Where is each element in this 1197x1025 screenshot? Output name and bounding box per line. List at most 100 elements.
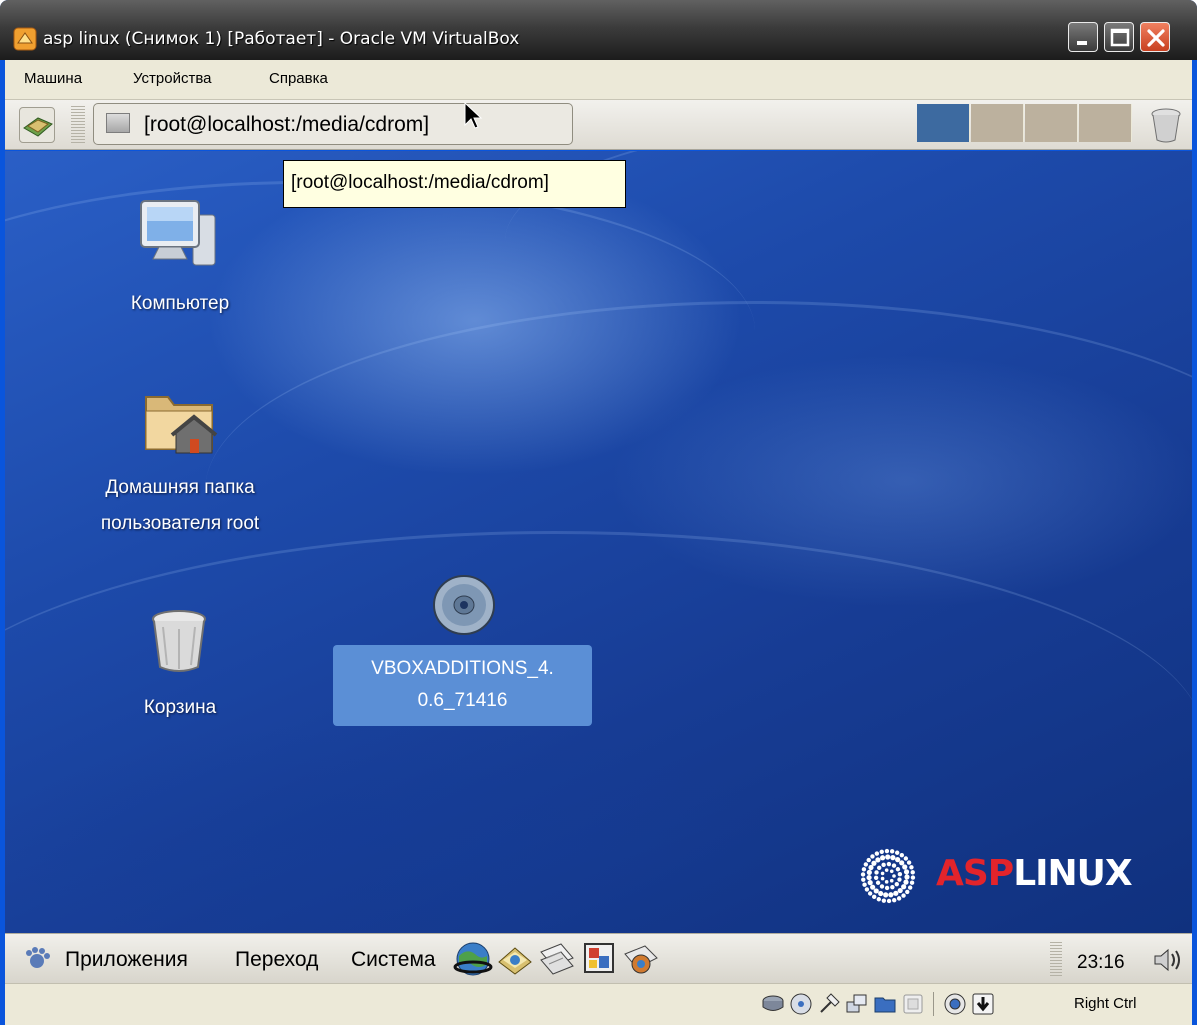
system-menu[interactable]: Система: [351, 948, 436, 972]
presentation-icon[interactable]: [579, 940, 619, 978]
logo-dot: [884, 885, 890, 891]
minimize-button[interactable]: [1068, 22, 1098, 52]
cdrom-icon[interactable]: [431, 572, 497, 638]
logo-dot: [875, 857, 881, 863]
panel-handle[interactable]: [1050, 942, 1062, 978]
workspace-1[interactable]: [917, 104, 970, 142]
host-key-label: Right Ctrl: [1074, 995, 1137, 1012]
logo-dot: [903, 869, 910, 875]
taskbar-terminal-button[interactable]: [root@localhost:/media/cdrom]: [93, 103, 573, 145]
trash-icon[interactable]: [147, 609, 211, 675]
status-divider: [933, 992, 934, 1016]
panel-handle[interactable]: [71, 106, 85, 144]
graphics-icon[interactable]: [621, 940, 661, 978]
logo-dot: [874, 851, 880, 856]
volume-icon[interactable]: [1152, 946, 1186, 974]
places-menu[interactable]: Переход: [235, 948, 318, 972]
menu-help[interactable]: Справка: [269, 70, 328, 87]
computer-icon[interactable]: [135, 197, 221, 269]
logo-dot: [890, 855, 896, 861]
logo-dot: [880, 855, 886, 861]
logo-dot: [883, 892, 889, 898]
title-bar[interactable]: asp linux (Снимок 1) [Работает] - Oracle…: [0, 0, 1197, 60]
office-icon[interactable]: [537, 940, 577, 978]
logo-dot: [904, 874, 910, 880]
logo-dot: [875, 880, 881, 885]
shared-folders-icon[interactable]: [873, 992, 897, 1016]
logo-linux-text: LINUX: [1013, 853, 1132, 894]
logo-dot: [871, 894, 877, 900]
guest-top-panel: [root@localhost:/media/cdrom]: [5, 100, 1192, 150]
minimize-icon: [1077, 41, 1087, 45]
mouse-pointer-icon: [464, 101, 483, 129]
logo-dot: [861, 877, 866, 882]
logo-dot: [897, 887, 903, 894]
home-folder-label-line1[interactable]: Домашняя папка: [65, 471, 295, 505]
hard-disk-icon[interactable]: [761, 992, 785, 1016]
workspace-3[interactable]: [1025, 104, 1078, 142]
logo-dot: [879, 849, 884, 854]
logo-dot: [895, 857, 901, 863]
desktop[interactable]: Компьютер Домашняя папка пользователя ro…: [5, 151, 1192, 933]
email-icon[interactable]: [495, 940, 535, 978]
logo-dot: [909, 880, 915, 885]
maximize-icon: [1110, 28, 1130, 47]
logo-dot: [885, 854, 891, 860]
asplinux-logo: ASPLINUX: [936, 853, 1133, 894]
cdrom-label-line2: 0.6_71416: [417, 690, 508, 711]
logo-dot: [889, 869, 894, 874]
panel-trash-icon[interactable]: [1149, 106, 1183, 144]
terminal-icon: [106, 113, 130, 133]
keyboard-capture-icon[interactable]: [971, 992, 995, 1016]
logo-dot: [899, 852, 905, 858]
logo-dot: [879, 884, 885, 889]
taskbar-tooltip: [root@localhost:/media/cdrom]: [283, 160, 626, 208]
web-browser-icon[interactable]: [453, 940, 493, 978]
workspace-2[interactable]: [971, 104, 1024, 142]
logo-dot: [909, 865, 914, 870]
close-icon: [1147, 29, 1165, 47]
workspace-4[interactable]: [1079, 104, 1132, 142]
maximize-button[interactable]: [1104, 22, 1134, 52]
capture-icon[interactable]: [943, 992, 967, 1016]
cdrom-label-line1: VBOXADDITIONS_4.: [371, 658, 554, 679]
applications-menu[interactable]: Приложения: [65, 948, 188, 972]
logo-dot: [894, 881, 899, 887]
usb-icon[interactable]: [817, 992, 841, 1016]
logo-dot: [881, 862, 886, 868]
logo-dot: [867, 891, 873, 896]
computer-label[interactable]: Компьютер: [75, 287, 285, 321]
menu-machine[interactable]: Машина: [24, 70, 82, 87]
home-folder-label-line2[interactable]: пользователя root: [65, 507, 295, 541]
logo-dot: [884, 880, 889, 884]
logo-dot: [895, 867, 901, 872]
logo-dot: [892, 874, 896, 878]
logo-dot: [901, 893, 906, 898]
menu-bar: Машина Устройства Справка: [5, 60, 1192, 100]
display-icon[interactable]: [901, 992, 925, 1016]
logo-dot: [863, 862, 869, 867]
menu-devices[interactable]: Устройства: [133, 70, 211, 87]
main-menu-button[interactable]: [19, 107, 55, 143]
main-menu-icon: [23, 117, 53, 137]
optical-drive-icon[interactable]: [789, 992, 813, 1016]
network-icon[interactable]: [845, 992, 869, 1016]
clock[interactable]: 23:16: [1077, 952, 1125, 974]
guest-bottom-panel: Приложения Переход Система 23:16: [5, 933, 1192, 983]
close-button[interactable]: [1140, 22, 1170, 52]
taskbar-terminal-label: [root@localhost:/media/cdrom]: [144, 113, 430, 136]
window-title: asp linux (Снимок 1) [Работает] - Oracle…: [43, 29, 520, 49]
logo-dot: [861, 867, 867, 872]
trash-label[interactable]: Корзина: [75, 691, 285, 725]
logo-asp-text: ASP: [936, 853, 1014, 894]
home-folder-icon[interactable]: [142, 383, 218, 459]
logo-dot: [881, 898, 887, 903]
logo-dot: [870, 884, 876, 890]
logo-dot: [860, 872, 866, 877]
cdrom-label-selected[interactable]: VBOXADDITIONS_4. 0.6_71416: [333, 645, 592, 726]
logo-dot: [884, 868, 889, 872]
logo-dot: [890, 884, 895, 890]
logo-dot: [910, 870, 915, 875]
logo-dot: [873, 888, 879, 894]
logo-dot: [876, 897, 882, 902]
